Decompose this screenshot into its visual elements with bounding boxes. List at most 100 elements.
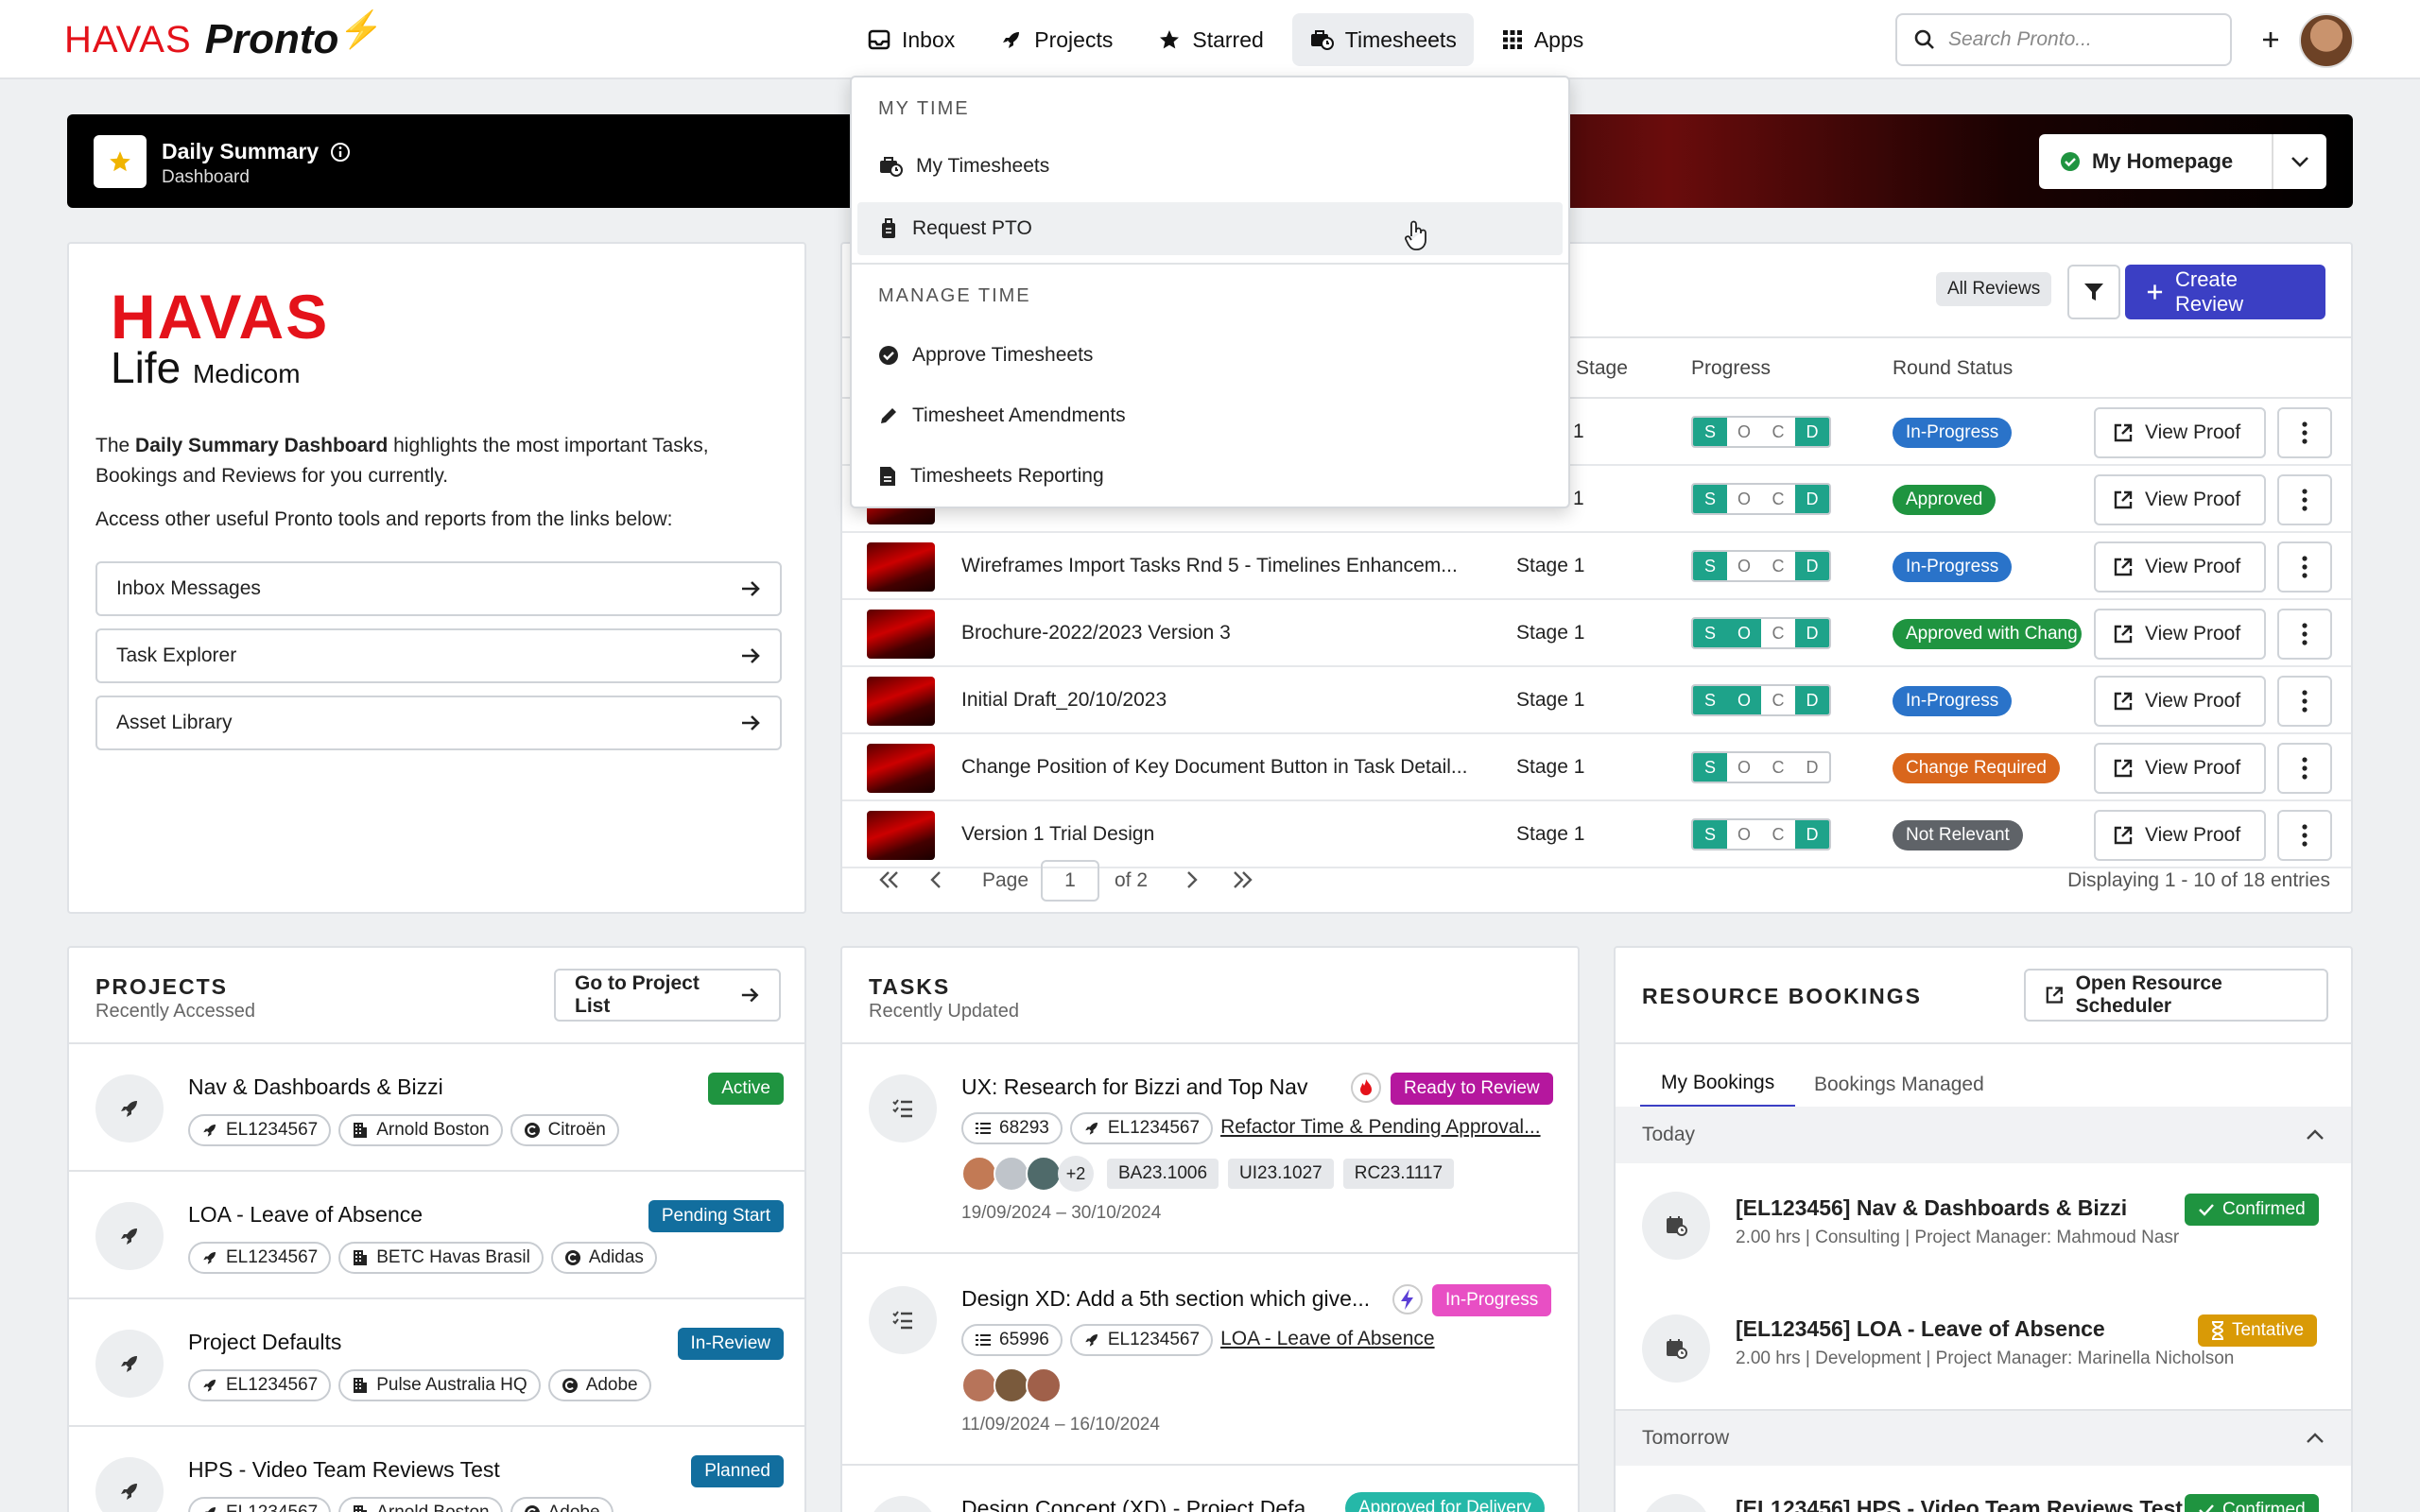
booking-item[interactable]: [EL123456] LOA - Leave of Absence 2.00 h… — [1616, 1284, 2351, 1405]
last-page-icon[interactable] — [1231, 869, 1253, 890]
task-project-link[interactable]: Refactor Time & Pending Approval... — [1220, 1112, 1541, 1144]
pronto-logo[interactable]: HAVAS Pronto ⚡ — [64, 10, 384, 68]
first-page-icon[interactable] — [878, 869, 901, 890]
my-homepage-button[interactable]: My Homepage — [2039, 134, 2326, 189]
all-reviews-tag[interactable]: All Reviews — [1936, 272, 2052, 306]
progress-step: O — [1727, 619, 1761, 647]
my-homepage-main[interactable]: My Homepage — [2039, 134, 2273, 189]
row-menu-button[interactable] — [2277, 474, 2332, 525]
view-proof-button[interactable]: View Proof — [2094, 541, 2266, 593]
row-menu-button[interactable] — [2277, 743, 2332, 794]
search-input[interactable]: Search Pronto... — [1895, 13, 2232, 66]
project-item[interactable]: LOA - Leave of Absence Pending Start EL123… — [69, 1172, 804, 1299]
review-row[interactable]: Initial Draft_20/10/2023 Stage 1 S O C D In-Pr… — [842, 667, 2351, 734]
view-proof-button[interactable]: View Proof — [2094, 676, 2266, 727]
assignee-avatar[interactable] — [961, 1156, 997, 1192]
booking-item[interactable]: [EL123456] HPS - Video Team Reviews Test… — [1616, 1466, 2351, 1512]
nav-inbox[interactable]: Inbox — [851, 13, 972, 66]
prev-page-icon[interactable] — [929, 869, 942, 890]
info-icon[interactable] — [330, 142, 351, 163]
task-title[interactable]: UX: Research for Bizzi and Top Nav — [961, 1074, 1358, 1100]
task-project-link[interactable]: LOA - Leave of Absence — [1220, 1324, 1435, 1356]
review-row[interactable]: Brochure-2022/2023 Version 3 Stage 1 SOCD A… — [842, 600, 2351, 667]
task-item[interactable]: UX: Research for Bizzi and Top Nav Ready… — [842, 1044, 1578, 1252]
task-id: 65996 — [999, 1330, 1049, 1349]
review-row[interactable]: Change Position of Key Document Button i… — [842, 734, 2351, 801]
more-assignees[interactable]: +2 — [1058, 1156, 1094, 1192]
project-title[interactable]: Nav & Dashboards & Bizzi — [188, 1074, 443, 1100]
project-title[interactable]: Project Defaults — [188, 1330, 341, 1355]
assignee-avatar[interactable] — [1026, 1156, 1062, 1192]
task-item[interactable]: Design Concept (XD) - Project Defa... Ap… — [842, 1466, 1578, 1512]
review-name[interactable]: Change Position of Key Document Button i… — [961, 756, 1472, 779]
project-title[interactable]: LOA - Leave of Absence — [188, 1202, 423, 1228]
menu-my-timesheets[interactable]: My Timesheets — [857, 140, 1563, 193]
add-button[interactable] — [2252, 21, 2290, 59]
booking-title[interactable]: [EL123456] HPS - Video Team Reviews Test — [1736, 1496, 2183, 1512]
review-progress: SO C D — [1691, 751, 1831, 783]
review-thumbnail[interactable] — [867, 744, 935, 793]
row-menu-button[interactable] — [2277, 407, 2332, 458]
nav-projects[interactable]: Projects — [983, 13, 1130, 66]
rocket-icon — [121, 1101, 137, 1117]
booking-title[interactable]: [EL123456] LOA - Leave of Absence — [1736, 1316, 2105, 1342]
task-item[interactable]: Design XD: Add a 5th section which give.… — [842, 1254, 1578, 1462]
nav-timesheets[interactable]: Timesheets — [1291, 13, 1474, 66]
project-item[interactable]: HPS - Video Team Reviews Test Planned EL12… — [69, 1427, 804, 1512]
menu-approve-timesheets[interactable]: Approve Timesheets — [857, 329, 1563, 382]
menu-timesheets-reporting[interactable]: Timesheets Reporting — [857, 450, 1563, 503]
tab-bookings-managed[interactable]: Bookings Managed — [1793, 1061, 2005, 1108]
progress-step: D — [1795, 820, 1829, 849]
menu-timesheet-amendments[interactable]: Timesheet Amendments — [857, 389, 1563, 442]
project-title[interactable]: HPS - Video Team Reviews Test — [188, 1457, 500, 1483]
page-number-input[interactable]: 1 — [1041, 860, 1099, 902]
review-name[interactable]: Version 1 Trial Design — [961, 823, 1472, 846]
review-thumbnail[interactable] — [867, 610, 935, 659]
assignee-avatar[interactable] — [994, 1156, 1029, 1192]
group-today[interactable]: Today — [1616, 1107, 2351, 1163]
menu-request-pto[interactable]: Request PTO — [857, 202, 1563, 255]
assignee-avatar[interactable] — [1026, 1367, 1062, 1403]
task-title[interactable]: Design Concept (XD) - Project Defa... — [961, 1496, 1321, 1512]
link-asset-library[interactable]: Asset Library — [95, 696, 782, 750]
open-resource-scheduler-button[interactable]: Open Resource Scheduler — [2024, 969, 2328, 1022]
col-stage[interactable]: Stage — [1576, 357, 1628, 380]
nav-starred[interactable]: Starred — [1141, 13, 1280, 66]
view-proof-button[interactable]: View Proof — [2094, 609, 2266, 660]
row-menu-button[interactable] — [2277, 609, 2332, 660]
assignee-avatar[interactable] — [961, 1367, 997, 1403]
project-item[interactable]: Nav & Dashboards & Bizzi Active EL1234567 A… — [69, 1044, 804, 1172]
next-page-icon[interactable] — [1185, 869, 1199, 890]
project-code: EL1234567 — [226, 1503, 318, 1512]
review-thumbnail[interactable] — [867, 677, 935, 726]
booking-item[interactable]: [EL123456] Nav & Dashboards & Bizzi 2.00… — [1616, 1163, 2351, 1284]
go-to-project-list-button[interactable]: Go to Project List — [554, 969, 781, 1022]
col-progress[interactable]: Progress — [1691, 357, 1771, 380]
view-proof-button[interactable]: View Proof — [2094, 474, 2266, 525]
favorite-button[interactable] — [94, 135, 147, 188]
group-tomorrow[interactable]: Tomorrow — [1616, 1409, 2351, 1466]
project-item[interactable]: Project Defaults In-Review EL1234567 Pulse … — [69, 1299, 804, 1427]
task-title[interactable]: Design XD: Add a 5th section which give.… — [961, 1286, 1377, 1312]
homepage-dropdown-toggle[interactable] — [2273, 156, 2326, 167]
review-name[interactable]: Initial Draft_20/10/2023 — [961, 689, 1472, 712]
row-menu-button[interactable] — [2277, 541, 2332, 593]
create-review-button[interactable]: Create Review — [2125, 265, 2325, 319]
row-menu-button[interactable] — [2277, 676, 2332, 727]
link-task-explorer[interactable]: Task Explorer — [95, 628, 782, 683]
tab-my-bookings[interactable]: My Bookings — [1640, 1061, 1796, 1108]
view-proof-button[interactable]: View Proof — [2094, 743, 2266, 794]
task-meta-chips: 65996 EL1234567 LOA - Leave of Absence — [961, 1324, 1435, 1356]
review-row[interactable]: Wireframes Import Tasks Rnd 5 - Timeline… — [842, 533, 2351, 600]
review-name[interactable]: Brochure-2022/2023 Version 3 — [961, 622, 1472, 644]
col-round-status[interactable]: Round Status — [1893, 357, 2013, 380]
view-proof-button[interactable]: View Proof — [2094, 407, 2266, 458]
review-name[interactable]: Wireframes Import Tasks Rnd 5 - Timeline… — [961, 555, 1472, 577]
user-avatar[interactable] — [2299, 13, 2354, 68]
review-thumbnail[interactable] — [867, 542, 935, 592]
link-inbox-messages[interactable]: Inbox Messages — [95, 561, 782, 616]
filter-button[interactable] — [2067, 265, 2120, 319]
assignee-avatar[interactable] — [994, 1367, 1029, 1403]
nav-apps[interactable]: Apps — [1485, 13, 1600, 66]
booking-title[interactable]: [EL123456] Nav & Dashboards & Bizzi — [1736, 1195, 2127, 1221]
